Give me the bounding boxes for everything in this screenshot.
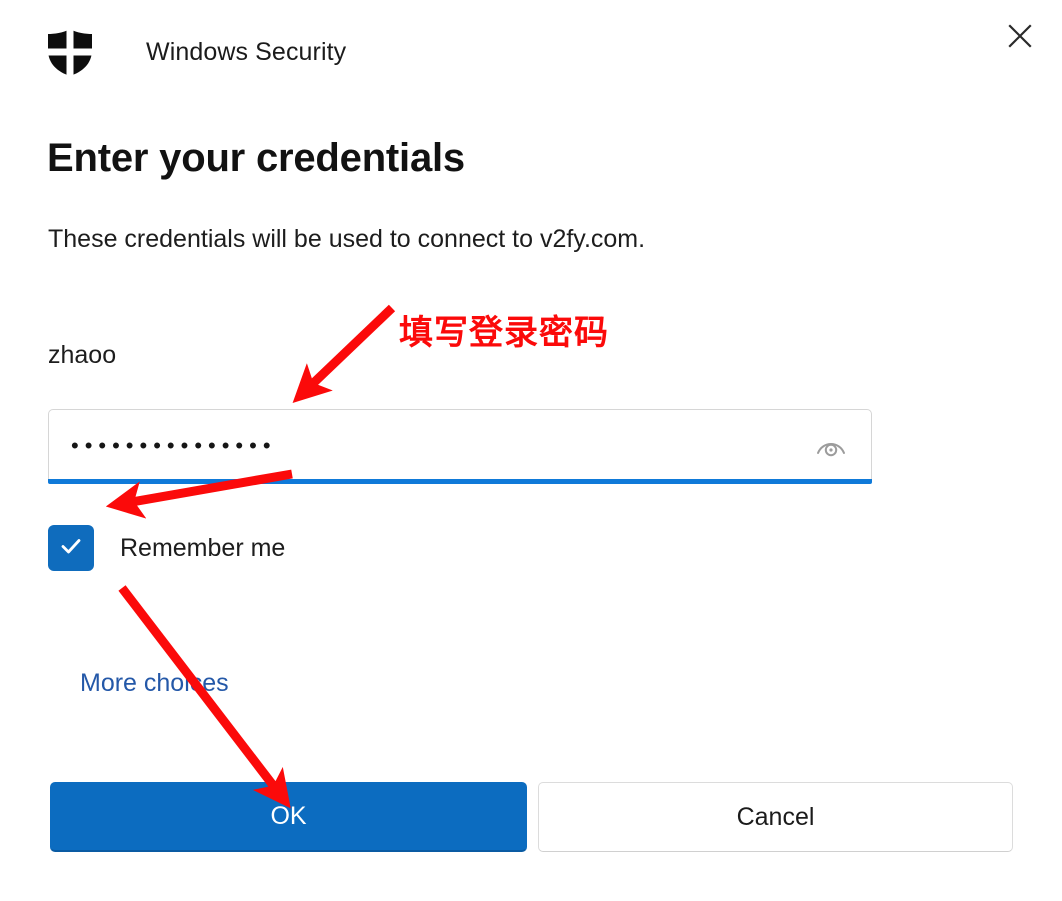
page-subtitle: These credentials will be used to connec… [48,225,646,253]
password-masked-value: ••••••••••••••• [71,433,277,458]
title-bar: Windows Security [0,0,1062,86]
app-title: Windows Security [146,38,347,66]
arrow-to-password-field [292,304,396,403]
remember-me-checkbox[interactable] [48,525,94,571]
close-icon [1006,22,1034,55]
remember-me-row[interactable]: Remember me [48,525,285,571]
ok-button[interactable]: OK [50,782,527,852]
username-value: zhaoo [48,341,117,369]
annotation-note: 填写登录密码 [399,314,609,352]
checkmark-icon [57,532,85,565]
cancel-button[interactable]: Cancel [538,782,1013,852]
more-choices-link[interactable]: More choices [80,666,229,700]
eye-icon[interactable] [811,429,851,463]
close-button[interactable] [995,14,1045,62]
remember-me-label: Remember me [120,534,286,562]
password-input[interactable]: ••••••••••••••• [48,409,872,483]
shield-icon [44,26,96,78]
page-title: Enter your credentials [47,136,465,180]
password-focus-underline [48,479,872,484]
